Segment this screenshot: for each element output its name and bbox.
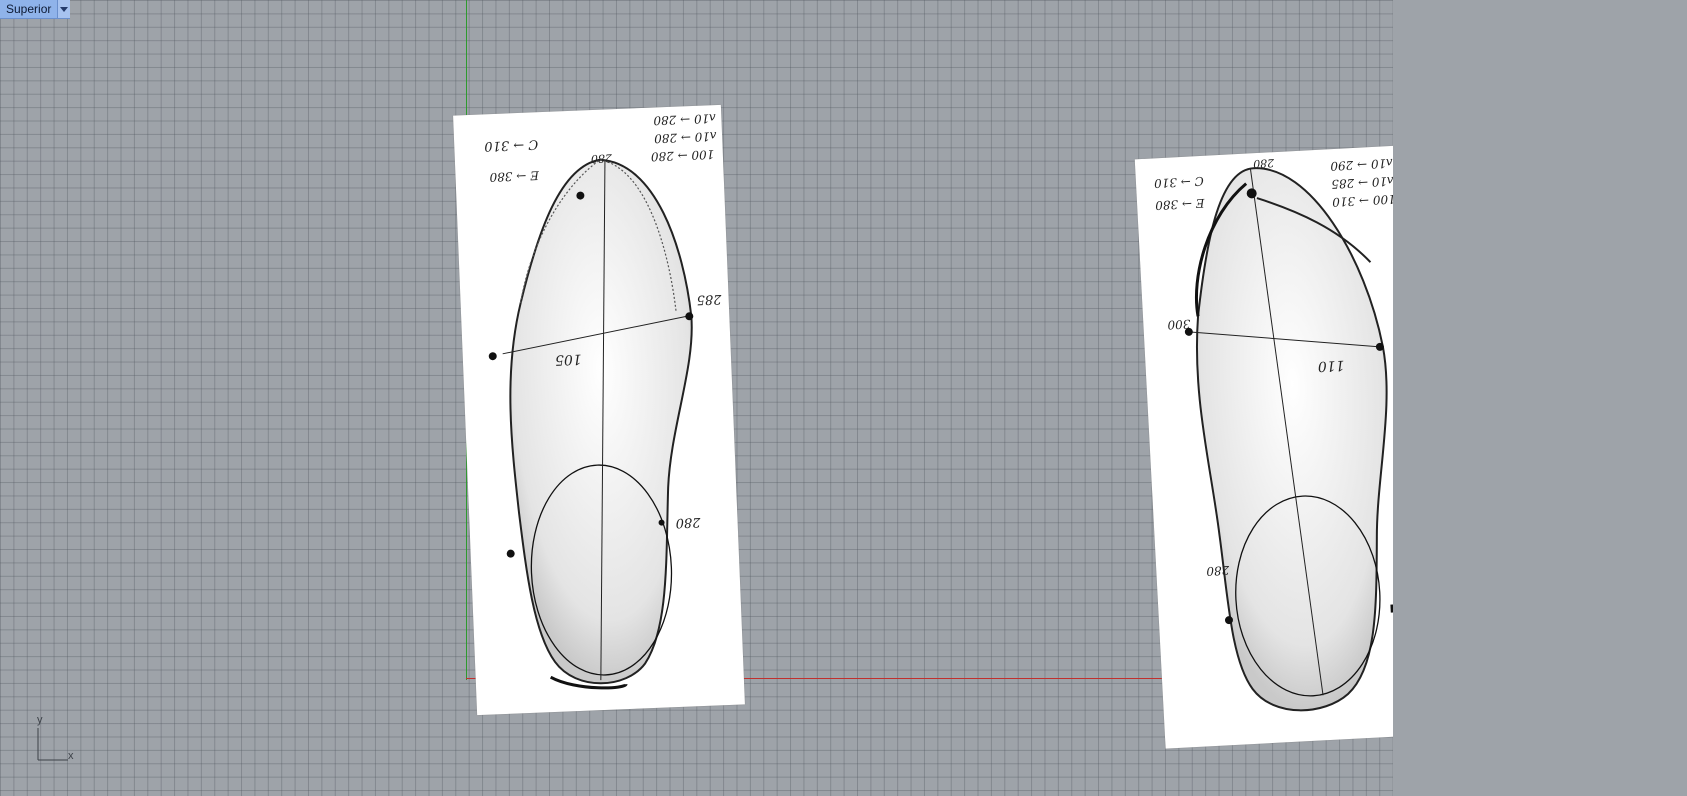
right-toe-mark: 280 (1252, 156, 1275, 171)
right-measure-side: 300 (1167, 316, 1191, 332)
right-note-4: C → 310 (1153, 173, 1205, 191)
axis-gizmo: y x (34, 714, 84, 762)
axis-gizmo-icon (37, 728, 68, 761)
right-measure-heel: 280 (1206, 563, 1230, 579)
viewport-name[interactable]: Superior (0, 0, 57, 18)
left-measure-side: 285 (696, 291, 722, 307)
left-note-2: ʌ10 → 280 (653, 129, 718, 146)
left-note-5: E → 380 (489, 168, 540, 185)
chevron-down-icon[interactable] (57, 0, 71, 18)
left-insole-scan[interactable]: ʌ10 → 280 ʌ10 → 280 100 → 280 C → 310 E … (453, 104, 745, 716)
perspective-viewport[interactable]: ʌ10 → 280 ʌ10 → 280 100 → 280 C → 310 E … (0, 0, 1393, 796)
left-note-1: ʌ10 → 280 (653, 111, 717, 128)
left-measure-width: 105 (554, 350, 582, 368)
viewport-title-tab[interactable]: Superior (0, 0, 71, 19)
right-note-5: E → 380 (1154, 195, 1205, 213)
left-measure-heel: 280 (675, 514, 701, 531)
gizmo-y-label: y (37, 714, 43, 726)
left-note-4: C → 310 (484, 136, 539, 154)
left-note-3: 100 → 280 (650, 147, 715, 164)
gizmo-x-label: x (68, 750, 74, 762)
right-insole-drawing (1184, 167, 1393, 712)
left-toe-mark: 280 (590, 151, 613, 166)
viewport-outer-area (1393, 0, 1687, 796)
right-measure-width: 110 (1317, 356, 1345, 375)
left-insole-drawing (488, 158, 694, 690)
right-insole-scan[interactable]: ʌ10 → 290 ʌ10 → 285 100 → 310 C → 310 E … (1134, 145, 1393, 749)
